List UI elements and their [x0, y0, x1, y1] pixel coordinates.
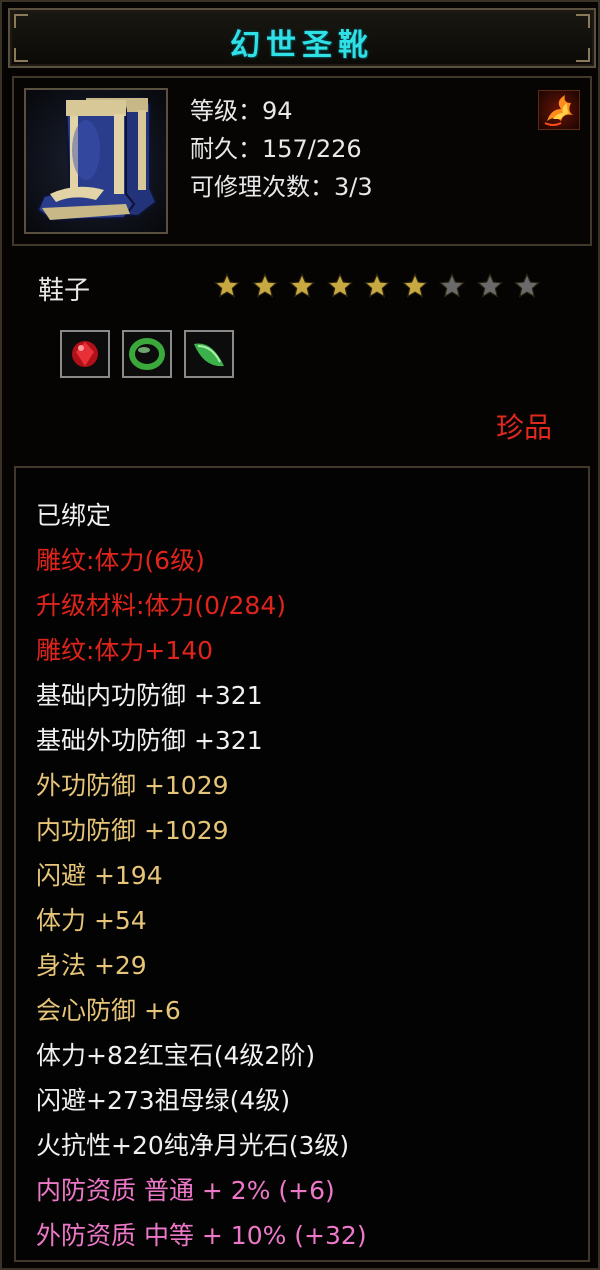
attribute-line: 雕纹:体力+140	[36, 636, 214, 665]
attribute-line: 外防资质 中等 + 10% (+32)	[36, 1221, 367, 1250]
star-empty-icon	[476, 272, 503, 298]
star-filled-icon	[251, 272, 278, 298]
item-level: 等级：94	[190, 97, 293, 125]
attribute-line: 闪避 +194	[36, 861, 163, 890]
item-type: 鞋子	[38, 276, 91, 306]
attribute-line: 升级材料:体力(0/284)	[36, 591, 286, 620]
attribute-line: 内功防御 +1029	[36, 816, 229, 845]
title-bar: 幻世圣靴	[8, 8, 596, 68]
star-empty-icon	[438, 272, 466, 298]
attribute-line: 基础外功防御 +321	[36, 726, 263, 755]
attribute-line: 会心防御 +6	[36, 996, 181, 1025]
star-filled-icon	[326, 272, 353, 298]
attribute-line: 体力+82红宝石(4级2阶)	[36, 1041, 316, 1070]
attribute-line: 体力 +54	[36, 906, 147, 935]
green-leaf-gem-icon	[184, 330, 234, 378]
item-name: 幻世圣靴	[230, 28, 374, 63]
attribute-line: 基础内功防御 +321	[36, 681, 263, 710]
star-filled-icon	[213, 272, 241, 298]
blue-boots-icon	[24, 88, 168, 234]
attribute-line: 已绑定	[36, 501, 112, 530]
red-gem-icon	[60, 330, 110, 378]
item-durability: 耐久：157/226	[190, 135, 362, 163]
attribute-line: 外功防御 +1029	[36, 771, 229, 800]
star-filled-icon	[363, 272, 391, 298]
attribute-line: 雕纹:体力(6级)	[36, 546, 205, 575]
star-empty-icon	[513, 272, 541, 298]
fire-element-icon	[538, 90, 580, 130]
star-filled-icon	[288, 272, 316, 298]
item-repair-count: 可修理次数：3/3	[190, 173, 373, 201]
star-filled-icon	[401, 272, 428, 298]
rarity-label: 珍品	[495, 411, 552, 444]
attribute-line: 火抗性+20纯净月光石(3级)	[36, 1131, 350, 1160]
item-tooltip: 幻世圣靴 等级：94 耐久：157/226 可修理次数：3/3 鞋子 珍品 已绑…	[0, 0, 600, 1270]
attribute-line: 内防资质 普通 + 2% (+6)	[36, 1176, 335, 1205]
green-ring-gem-icon	[122, 330, 172, 378]
attribute-line: 身法 +29	[36, 951, 147, 980]
attribute-line: 闪避+273祖母绿(4级)	[36, 1086, 291, 1115]
